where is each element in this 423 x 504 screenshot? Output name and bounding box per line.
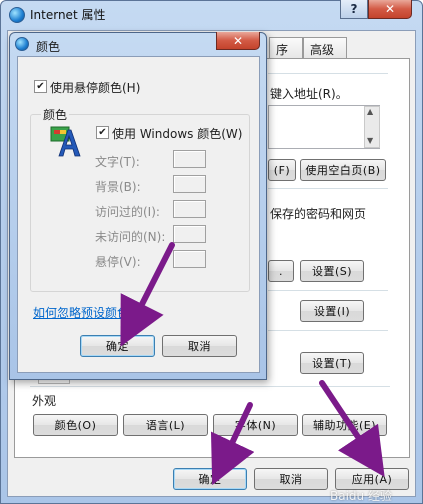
divider [268,330,388,331]
watermark: Baidu 经验 [330,489,392,503]
scroll-down-icon: ▼ [367,136,374,145]
use-blank-button[interactable]: 使用空白页(B) [300,159,386,181]
fonts-button[interactable]: 字体(N) [213,414,298,436]
divider [268,290,388,291]
use-windows-colors-checkbox[interactable]: ✔ [96,126,109,139]
colors-group-label: 颜色 [41,106,70,123]
divider [30,386,390,387]
window-title: Internet 属性 [30,8,106,22]
visited-color-label: 访问过的(I): [95,205,160,219]
background-color-label: 背景(B): [95,180,141,194]
history-settings-button[interactable]: 设置(S) [300,260,364,282]
use-windows-colors-label: 使用 Windows 颜色(W) [112,127,243,141]
hover-color-label: 悬停(V): [95,255,141,269]
hover-color-swatch[interactable] [173,250,206,268]
unvisited-color-swatch[interactable] [173,225,206,243]
dialog-title: 颜色 [36,40,61,54]
use-hover-color-label: 使用悬停颜色(H) [50,81,141,95]
ok-button[interactable]: 确定 [173,468,247,490]
visited-color-swatch[interactable] [173,200,206,218]
colors-button[interactable]: 颜色(O) [33,414,118,436]
background-color-swatch[interactable] [173,175,206,193]
scroll-up-icon: ▲ [367,107,374,116]
divider [268,188,388,189]
tab-programs[interactable]: 序 [269,37,303,59]
accessibility-button[interactable]: 辅助功能(E) [302,414,387,436]
unvisited-color-label: 未访问的(N): [95,230,166,244]
tab-advanced[interactable]: 高级 [303,37,347,59]
use-hover-color-checkbox[interactable]: ✔ [34,80,47,93]
use-default-button[interactable]: (F) [268,159,296,181]
ignore-colors-help-link[interactable]: 如何忽略预设颜色 [33,304,129,321]
divider [268,73,388,74]
search-settings-button[interactable]: 设置(I) [300,300,364,322]
dialog-close-button[interactable]: ✕ [216,32,260,50]
languages-button[interactable]: 语言(L) [123,414,208,436]
help-button[interactable]: ? [340,0,368,19]
dialog-ok-button[interactable]: 确定 [80,335,155,357]
close-button[interactable]: ✕ [368,0,412,19]
internet-explorer-icon [9,7,25,23]
colors-icon [50,124,84,158]
cancel-button[interactable]: 取消 [254,468,328,490]
text-color-label: 文字(T): [95,155,140,169]
appearance-label: 外观 [32,394,57,408]
delete-button-partial[interactable]: . [268,260,294,282]
tabs-settings-button[interactable]: 设置(T) [300,352,364,374]
text-color-swatch[interactable] [173,150,206,168]
dialog-cancel-button[interactable]: 取消 [162,335,237,357]
dialog-icon [15,37,29,51]
history-text: 保存的密码和网页 [270,207,367,221]
homepage-hint: 键入地址(R)。 [270,87,348,101]
